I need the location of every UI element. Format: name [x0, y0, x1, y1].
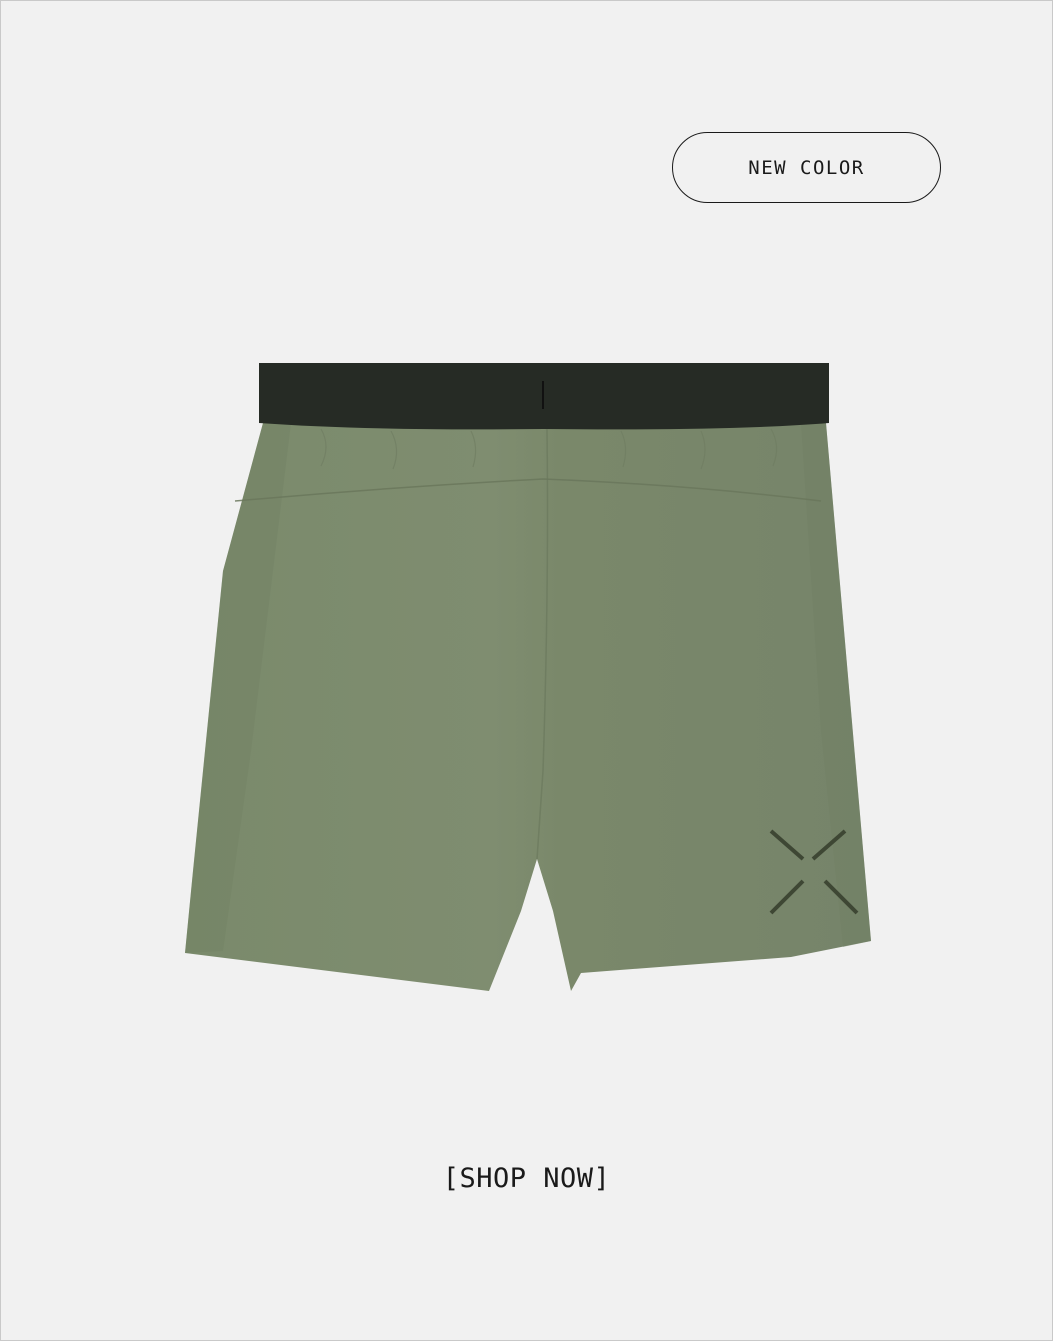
shop-now-link[interactable]: [SHOP NOW] [1, 1163, 1052, 1194]
new-color-badge-label: NEW COLOR [748, 156, 865, 179]
new-color-badge: NEW COLOR [672, 132, 941, 203]
shorts-body [185, 423, 871, 991]
shop-now-label[interactable]: [SHOP NOW] [443, 1163, 611, 1194]
promo-card: NEW COLOR [SHOP NOW] [0, 0, 1053, 1341]
shorts-product-image[interactable] [171, 351, 891, 1001]
